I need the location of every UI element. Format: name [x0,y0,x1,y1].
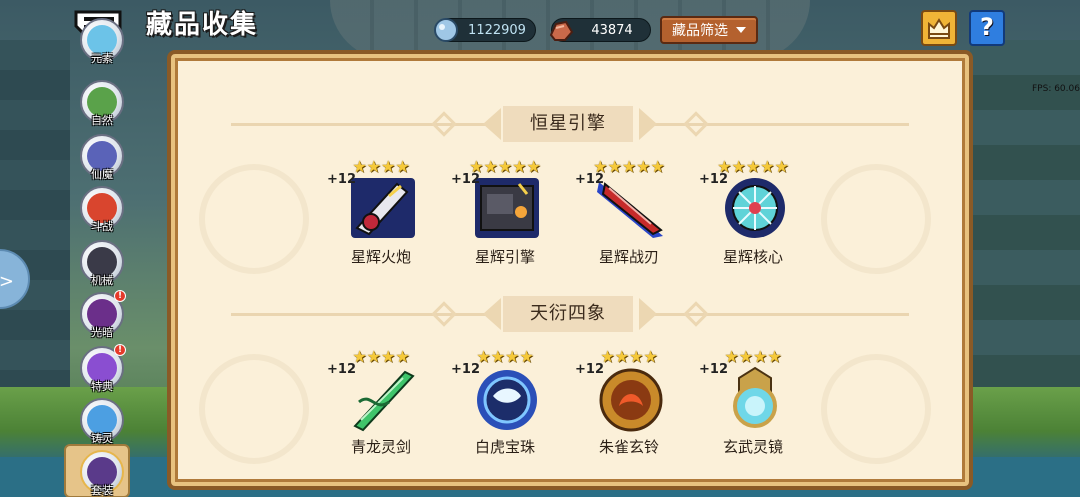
sidebar-item-element[interactable]: 元素 [80,18,124,68]
ore-currency-counter: 43874 [549,18,651,42]
enhance-level: +12 [327,362,356,377]
enhance-level: +12 [451,362,480,377]
sidebar-item-label: 仙魔 [91,168,113,181]
crown-icon [928,18,950,39]
alert-badge: ! [114,290,126,302]
sidebar-item-battle[interactable]: 斗战 [80,186,124,236]
chevron-ornament-icon [483,108,501,140]
item-name: 星辉引擎 [474,248,535,266]
tree-decor-right [970,40,1080,440]
collection-panel: · · · ·· · · ·· · · ·· · · · 恒星引擎 ★★★★ +… [167,50,973,490]
star-cannon-icon [351,178,415,238]
chevron-ornament-icon [639,298,657,330]
item-name: 白虎宝珠 [474,438,535,456]
white-tiger-orb-icon [477,370,537,430]
collectible-item[interactable]: ★ ★ ★ ★ ★ +12 星辉引擎 [451,159,555,278]
ornament-watermark [199,354,309,464]
enhance-level: +12 [575,172,604,187]
collectible-item[interactable]: ★ ★ ★ ★ +12 星辉火炮 [327,159,431,278]
chevron-ornament-icon [639,108,657,140]
collection-filter-button[interactable]: 藏品筛选 [660,16,758,44]
sidebar-item-label: 自然 [91,114,113,127]
fps-counter: FPS: 60.06 [1032,84,1080,94]
sidebar-item-label: 斗战 [91,220,113,233]
dropdown-arrow-icon [736,27,746,33]
gem-icon [434,18,458,42]
chevron-right-icon: > [0,271,14,292]
section-title: 天衍四象 [503,296,633,332]
item-name: 青龙灵剑 [350,438,411,456]
star-engine-icon [475,178,539,238]
sidebar-item-set[interactable]: 套装 [80,450,124,497]
star-blade-icon [597,182,663,238]
filter-button-label: 藏品筛选 [672,23,728,39]
sidebar-item-special[interactable]: ! 特典 [80,344,126,396]
chevron-ornament-icon [483,298,501,330]
enhance-level: +12 [451,172,480,187]
azure-dragon-sword-icon [353,370,415,432]
page-title: 藏品收集 [146,10,259,40]
diamond-ornament-icon [683,111,709,137]
collectible-item[interactable]: ★ ★ ★ ★ +12 朱雀玄铃 [575,349,679,468]
sidebar-item-label: 元素 [91,52,113,65]
ornament-watermark [199,164,309,274]
enhance-level: +12 [575,362,604,377]
item-name: 星辉火炮 [350,248,411,266]
collectible-item[interactable]: ★ ★ ★ ★ +12 青龙灵剑 [327,349,431,468]
collectible-item[interactable]: ★ ★ ★ ★ ★ +12 星辉战刃 [575,159,679,278]
help-button[interactable]: ? [969,10,1005,46]
sidebar-item-nature[interactable]: 自然 [80,80,124,130]
ornament-watermark [821,354,931,464]
sidebar-item-label: 套装 [91,484,113,497]
diamond-ornament-icon [431,301,457,327]
collection-row: ★ ★ ★ ★ +12 星辉火炮 ★ ★ ★ ★ ★ +12 星辉引擎 ★ ★ … [327,159,811,278]
sidebar-item-casting[interactable]: 铸灵 [80,398,124,448]
collectible-item[interactable]: ★ ★ ★ ★ +12 玄武灵镜 [699,349,803,468]
scrolled-category-tabs: · · · ·· · · ·· · · ·· · · · [357,66,797,82]
collection-row: ★ ★ ★ ★ +12 青龙灵剑 ★ ★ ★ ★ +12 白虎宝珠 ★ ★ ★ … [327,349,811,468]
item-name: 玄武灵镜 [722,438,783,456]
black-tortoise-mirror-icon [733,366,777,428]
sidebar-item-label: 铸灵 [91,432,113,445]
diamond-ornament-icon [431,111,457,137]
enhance-level: +12 [699,172,728,187]
star-core-icon [725,178,785,238]
vermilion-bird-bell-icon [599,368,663,432]
sidebar-item-label: 机械 [91,274,113,287]
section-header: 恒星引擎 [171,106,969,142]
sidebar-item-label: 特典 [91,380,113,393]
item-name: 星辉战刃 [598,248,659,266]
section-header: 天衍四象 [171,296,969,332]
sidebar-item-mechanical[interactable]: 机械 [80,240,124,290]
sidebar-item-immortal-demon[interactable]: 仙魔 [80,134,124,184]
item-name: 朱雀玄铃 [598,438,659,456]
collectible-item[interactable]: ★ ★ ★ ★ +12 白虎宝珠 [451,349,555,468]
alert-badge: ! [114,344,126,356]
sidebar-item-light-dark[interactable]: ! 光暗 [80,290,126,342]
diamond-ornament-icon [683,301,709,327]
collectible-item[interactable]: ★ ★ ★ ★ ★ +12 星辉核心 [699,159,803,278]
tree-decor-left [0,40,70,440]
sidebar-item-label: 光暗 [91,326,113,339]
section-title: 恒星引擎 [503,106,633,142]
item-name: 星辉核心 [722,248,783,266]
gem-currency-counter: 1122909 [434,18,536,42]
ornament-watermark [821,164,931,274]
crown-reward-button[interactable] [921,10,957,46]
enhance-level: +12 [327,172,356,187]
ore-icon [549,20,574,41]
enhance-level: +12 [699,362,728,377]
